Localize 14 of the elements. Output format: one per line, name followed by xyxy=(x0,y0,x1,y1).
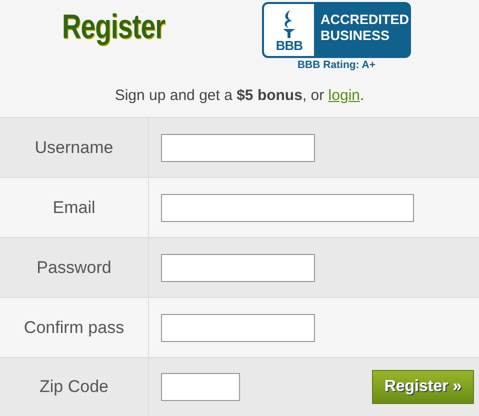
input-field[interactable] xyxy=(161,134,315,162)
badge-mark: BBB xyxy=(276,39,303,53)
badge-text: BUSINESS xyxy=(320,28,391,44)
login-link[interactable]: login xyxy=(328,87,360,104)
badge-text: ACCREDITED xyxy=(320,12,409,28)
register-button[interactable]: Register » xyxy=(372,370,474,404)
field-label: Zip Code xyxy=(0,358,149,416)
input-field[interactable] xyxy=(161,314,315,342)
page-title: Register xyxy=(62,8,166,47)
input-field[interactable] xyxy=(161,373,240,401)
input-field[interactable] xyxy=(161,254,315,282)
input-field[interactable] xyxy=(161,194,414,222)
rating-text: BBB Rating: A+ xyxy=(297,59,376,71)
intro-text: Sign up and get a $5 bonus, or login. xyxy=(114,87,366,104)
